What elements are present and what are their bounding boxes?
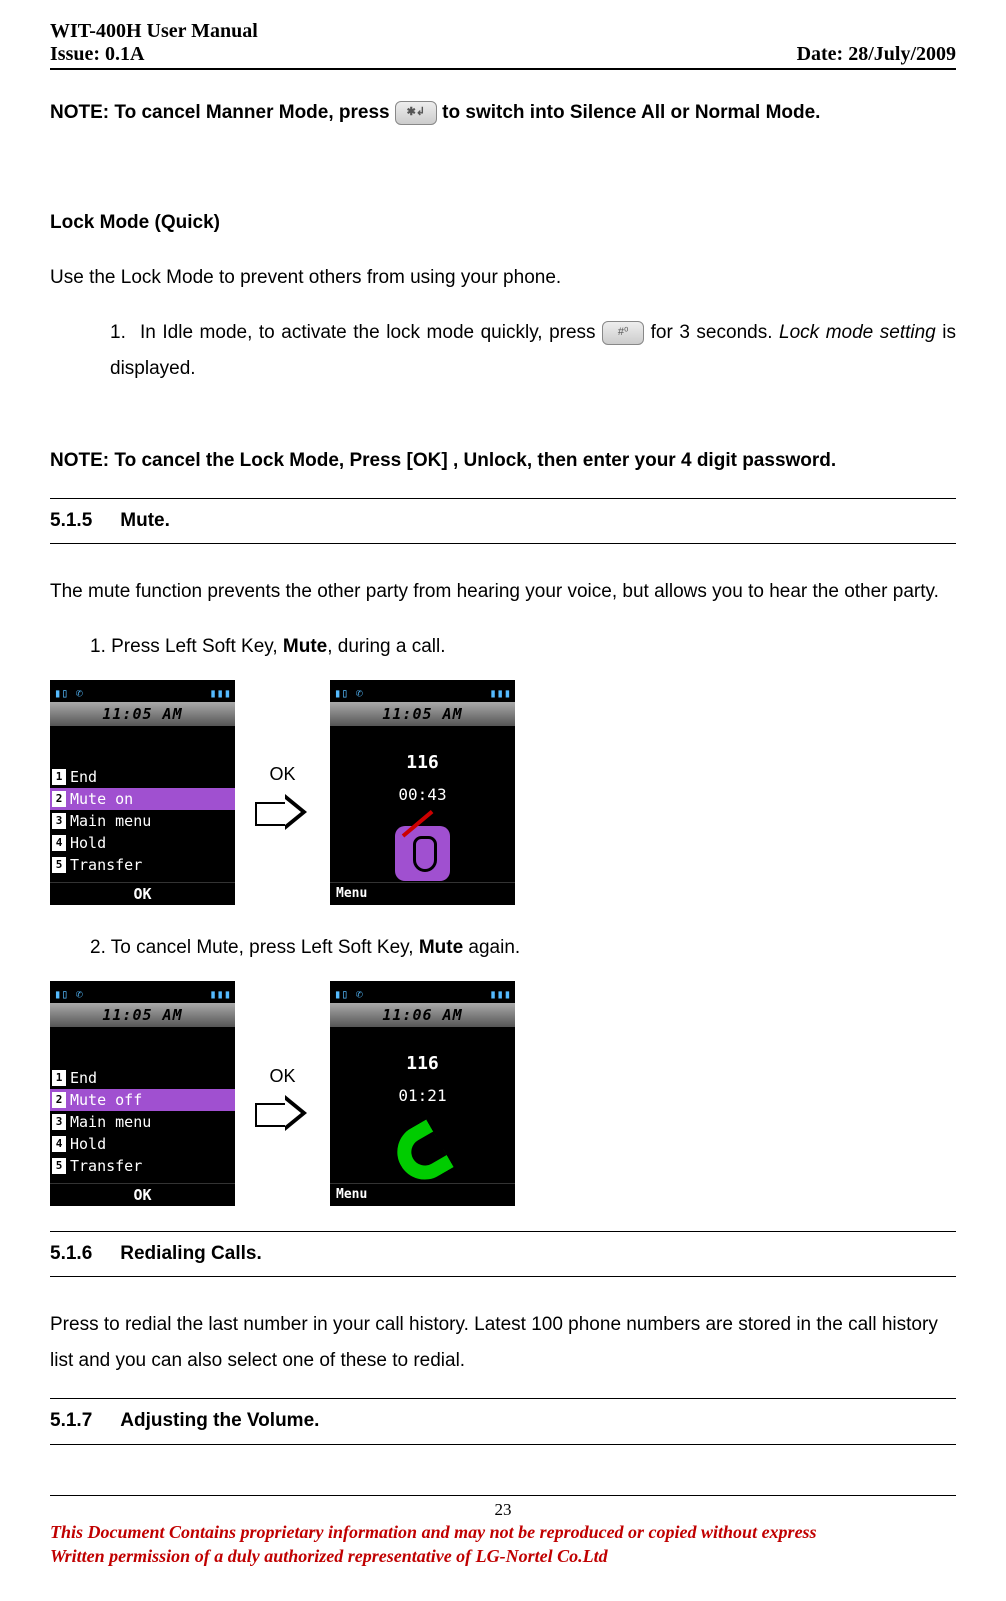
step-text-em: Lock mode setting (779, 322, 936, 343)
arrow-label: OK (269, 1059, 295, 1093)
page-number: 23 (50, 1500, 956, 1520)
note-text: NOTE: To cancel Manner Mode, press (50, 102, 395, 123)
manual-title: WIT-400H User Manual (50, 20, 258, 43)
status-bar: ▮▯ ✆ ▮▮▮ (50, 981, 235, 1003)
call-number: 116 (330, 1047, 515, 1081)
note-manner-mode: NOTE: To cancel Manner Mode, press ✱↲ to… (50, 95, 956, 131)
step-text: 1. Press Left Soft Key, (90, 636, 283, 657)
softkey-menu[interactable]: Menu (336, 883, 367, 905)
lock-mode-step: 1.In Idle mode, to activate the lock mod… (50, 315, 956, 387)
signal-icon: ▮▯ ✆ (334, 983, 363, 1001)
arrow-icon (255, 796, 310, 828)
signal-icon: ▮▯ ✆ (54, 682, 83, 700)
call-info: 116 01:21 (330, 1027, 515, 1192)
section-title: Adjusting the Volume. (120, 1403, 319, 1439)
phone-screen-call-active: ▮▯ ✆ ▮▮▮ 11:06 AM 116 01:21 Menu (330, 981, 515, 1206)
softkey-bar: Menu (330, 1183, 515, 1206)
signal-icon: ▮▯ ✆ (334, 682, 363, 700)
arrow-icon (255, 1097, 310, 1129)
section-number: 5.1.5 (50, 503, 92, 539)
handset-icon (388, 1122, 458, 1192)
section-heading-volume: 5.1.7 Adjusting the Volume. (50, 1401, 956, 1441)
section-title: Redialing Calls. (120, 1236, 261, 1272)
arrow-label: OK (269, 757, 295, 791)
call-duration: 01:21 (330, 1081, 515, 1111)
call-number: 116 (330, 746, 515, 780)
mute-icon (395, 826, 450, 881)
battery-icon: ▮▮▮ (209, 682, 231, 700)
star-key-icon: ✱↲ (395, 101, 437, 125)
step-text: again. (463, 937, 520, 958)
mute-intro: The mute function prevents the other par… (50, 574, 956, 610)
status-bar: ▮▯ ✆ ▮▮▮ (50, 680, 235, 702)
section-divider (50, 1398, 956, 1399)
call-info: 116 00:43 (330, 726, 515, 881)
step-text-bold: Mute (283, 636, 327, 657)
phone-screen-call-muted: ▮▯ ✆ ▮▮▮ 11:05 AM 116 00:43 Menu (330, 680, 515, 905)
step-text-bold: Mute (419, 937, 463, 958)
date-label: Date: 28/July/2009 (797, 43, 956, 66)
step-text: In Idle mode, to activate the lock mode … (140, 322, 602, 343)
status-bar: ▮▯ ✆ ▮▮▮ (330, 680, 515, 702)
section-divider (50, 1276, 956, 1277)
note-text: to switch into Silence All or Normal Mod… (442, 102, 820, 123)
battery-icon: ▮▮▮ (209, 983, 231, 1001)
time-label: 11:06 AM (330, 1003, 515, 1027)
page-header: WIT-400H User Manual Issue: 0.1A Date: 2… (50, 20, 956, 66)
item-label: Transfer (70, 851, 142, 880)
lock-mode-heading: Lock Mode (Quick) (50, 205, 956, 241)
notice-line: Written permission of a duly authorized … (50, 1544, 956, 1568)
menu-list: 1End 2Mute on 3Main menu 4Hold 5Transfer (50, 726, 235, 876)
softkey-bar: Menu (330, 882, 515, 905)
arrow-ok: OK (255, 1059, 310, 1129)
item-label: Transfer (70, 1152, 142, 1181)
issue-label: Issue: 0.1A (50, 43, 258, 66)
proprietary-notice: This Document Contains proprietary infor… (50, 1520, 956, 1569)
status-bar: ▮▯ ✆ ▮▮▮ (330, 981, 515, 1003)
step-text: 2. To cancel Mute, press Left Soft Key, (90, 937, 419, 958)
menu-list: 1End 2Mute off 3Main menu 4Hold 5Transfe… (50, 1027, 235, 1177)
battery-icon: ▮▮▮ (489, 682, 511, 700)
notice-line: This Document Contains proprietary infor… (50, 1520, 956, 1544)
note-lock-mode: NOTE: To cancel the Lock Mode, Press [OK… (50, 443, 956, 479)
mute-step-2: 2. To cancel Mute, press Left Soft Key, … (50, 930, 956, 966)
mute-step-1: 1. Press Left Soft Key, Mute, during a c… (50, 629, 956, 665)
step-text: for 3 seconds. (644, 322, 779, 343)
time-label: 11:05 AM (50, 1003, 235, 1027)
section-number: 5.1.7 (50, 1403, 92, 1439)
list-number: 1. (110, 315, 140, 351)
softkey-center[interactable]: OK (50, 882, 235, 905)
time-label: 11:05 AM (50, 702, 235, 726)
section-divider (50, 1444, 956, 1445)
arrow-ok: OK (255, 757, 310, 827)
step-text: , during a call. (327, 636, 445, 657)
list-item[interactable]: 5Transfer (50, 854, 235, 876)
mute-screens-row-1: ▮▯ ✆ ▮▮▮ 11:05 AM 1End 2Mute on 3Main me… (50, 680, 956, 905)
call-duration: 00:43 (330, 780, 515, 810)
section-number: 5.1.6 (50, 1236, 92, 1272)
header-divider (50, 68, 956, 70)
section-heading-redial: 5.1.6 Redialing Calls. (50, 1234, 956, 1274)
softkey-menu[interactable]: Menu (336, 1184, 367, 1206)
softkey-center[interactable]: OK (50, 1183, 235, 1206)
hash-key-icon: #⁰ (602, 321, 644, 345)
time-label: 11:05 AM (330, 702, 515, 726)
page-footer: 23 This Document Contains proprietary in… (50, 1495, 956, 1569)
section-heading-mute: 5.1.5 Mute. (50, 501, 956, 541)
signal-icon: ▮▯ ✆ (54, 983, 83, 1001)
section-title: Mute. (120, 503, 170, 539)
lock-mode-intro: Use the Lock Mode to prevent others from… (50, 260, 956, 296)
section-divider (50, 543, 956, 544)
section-divider (50, 1231, 956, 1232)
phone-screen-menu: ▮▯ ✆ ▮▮▮ 11:05 AM 1End 2Mute on 3Main me… (50, 680, 235, 905)
mute-screens-row-2: ▮▯ ✆ ▮▮▮ 11:05 AM 1End 2Mute off 3Main m… (50, 981, 956, 1206)
redial-text: Press to redial the last number in your … (50, 1307, 956, 1379)
phone-screen-menu: ▮▯ ✆ ▮▮▮ 11:05 AM 1End 2Mute off 3Main m… (50, 981, 235, 1206)
list-item[interactable]: 5Transfer (50, 1155, 235, 1177)
battery-icon: ▮▮▮ (489, 983, 511, 1001)
section-divider (50, 498, 956, 499)
